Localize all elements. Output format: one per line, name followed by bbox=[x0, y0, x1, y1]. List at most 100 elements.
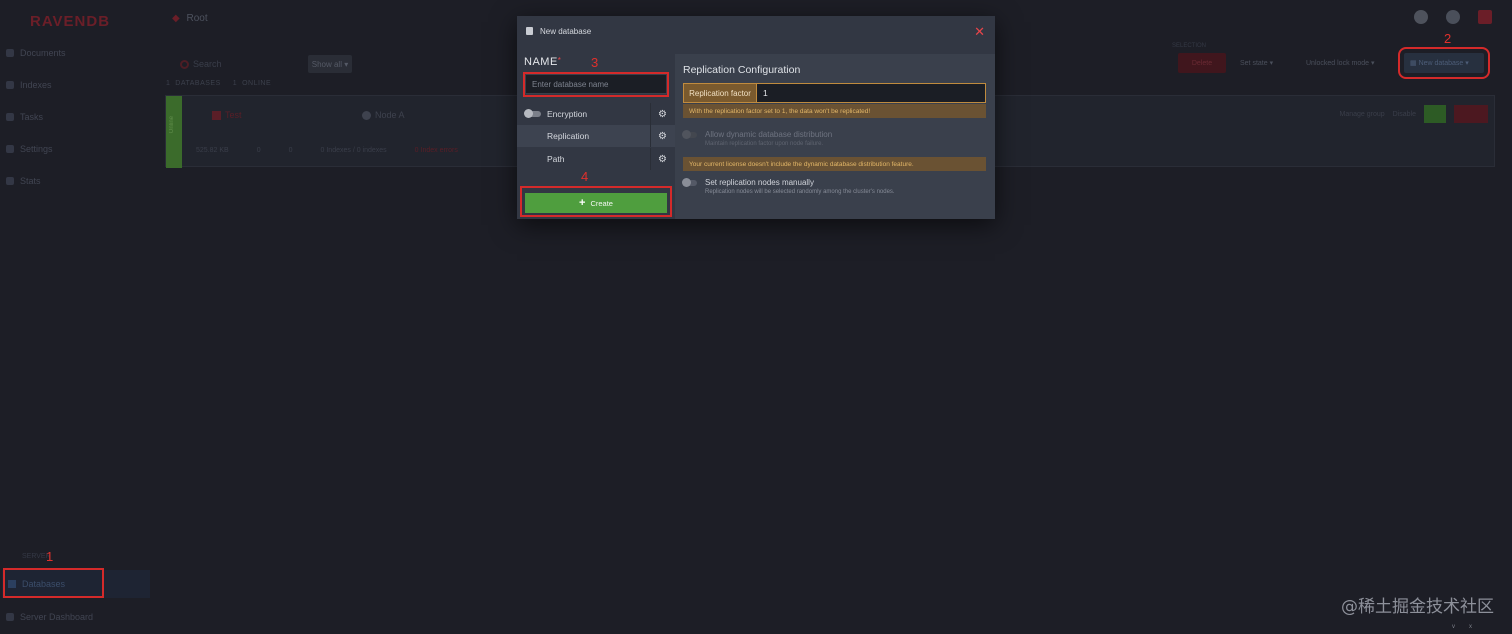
databases-icon bbox=[8, 580, 16, 588]
new-database-label: New database bbox=[1418, 59, 1464, 67]
document-count: 0 bbox=[256, 147, 261, 154]
documents-icon bbox=[6, 49, 14, 57]
encryption-toggle[interactable] bbox=[524, 109, 541, 118]
gear-icon[interactable]: ⚙ bbox=[658, 131, 667, 142]
sidebar-item-label: Settings bbox=[20, 144, 53, 154]
sidebar-item-stats[interactable]: Stats bbox=[6, 176, 41, 186]
selection-label: SELECTION bbox=[1171, 43, 1206, 49]
replication-configuration-panel: Replication Configuration Replication fa… bbox=[675, 54, 995, 219]
version-indicator[interactable]: v bbox=[1452, 624, 1455, 630]
database-name[interactable]: Test bbox=[212, 110, 242, 120]
database-node-label: Node A bbox=[375, 110, 405, 120]
sidebar-item-label: Databases bbox=[22, 579, 66, 589]
online-status-strip: Online bbox=[166, 96, 182, 168]
tasks-icon bbox=[6, 113, 14, 121]
annotation-number-3: 3 bbox=[591, 55, 599, 70]
breadcrumb-root[interactable]: Root bbox=[186, 13, 207, 24]
database-count: 1 DATABASES bbox=[166, 80, 221, 87]
sidebar-item-label: Stats bbox=[20, 176, 41, 186]
indexing-count: 0 bbox=[288, 147, 293, 154]
indexes-summary[interactable]: 0 Indexes / 0 indexes bbox=[321, 147, 387, 154]
set-state-dropdown[interactable]: Set state ▾ bbox=[1234, 53, 1292, 73]
search-icon bbox=[180, 59, 189, 69]
sidebar-item-tasks[interactable]: Tasks bbox=[6, 112, 43, 122]
top-icons bbox=[1414, 10, 1492, 24]
help-icon[interactable] bbox=[1446, 10, 1460, 24]
breadcrumb[interactable]: ◆ Root bbox=[172, 13, 208, 24]
database-filter: Search bbox=[180, 55, 290, 73]
sidebar-item-label: Server Dashboard bbox=[20, 612, 94, 622]
annotation-number-1: 1 bbox=[46, 549, 54, 564]
delete-database-button[interactable] bbox=[1454, 105, 1488, 123]
replication-title: Replication Configuration bbox=[683, 64, 801, 76]
option-encryption[interactable]: Encryption ⚙ bbox=[517, 103, 675, 125]
annotation-number-4: 4 bbox=[581, 169, 589, 184]
new-database-button[interactable]: ▦ New database ▾ bbox=[1398, 47, 1490, 79]
create-button[interactable]: + Create bbox=[525, 193, 667, 213]
bottom-status-bar: v x bbox=[1452, 624, 1472, 630]
plus-icon: + bbox=[579, 197, 586, 209]
divider bbox=[650, 148, 651, 170]
lock-mode-dropdown[interactable]: Unlocked lock mode ▾ bbox=[1300, 53, 1396, 73]
sidebar: Documents Indexes Tasks Settings Stats S… bbox=[0, 38, 150, 634]
replication-factor-input[interactable] bbox=[757, 83, 986, 103]
databases-count-value: 1 bbox=[166, 80, 171, 87]
sidebar-item-label: Documents bbox=[20, 48, 66, 58]
license-warning: Your current license doesn't include the… bbox=[683, 157, 986, 171]
manual-nodes-desc: Replication nodes will be selected rando… bbox=[705, 189, 895, 195]
show-all-label: Show all bbox=[311, 59, 342, 69]
divider bbox=[650, 103, 651, 125]
sidebar-item-settings[interactable]: Settings bbox=[6, 144, 53, 154]
database-icon bbox=[212, 110, 221, 120]
dynamic-distribution-desc: Maintain replication factor upon node fa… bbox=[705, 141, 824, 147]
online-count-value: 1 bbox=[232, 80, 238, 87]
dynamic-distribution-title: Allow dynamic database distribution bbox=[705, 130, 833, 139]
status-separator: x bbox=[1469, 624, 1472, 630]
sidebar-item-documents[interactable]: Documents bbox=[6, 48, 66, 58]
database-name-input[interactable] bbox=[525, 74, 667, 94]
online-status-label: Online bbox=[169, 116, 175, 134]
sidebar-item-server-dashboard[interactable]: Server Dashboard bbox=[6, 612, 93, 622]
home-icon: ◆ bbox=[172, 13, 180, 24]
sidebar-item-label: Tasks bbox=[20, 112, 44, 122]
manual-nodes-option[interactable]: Set replication nodes manually Replicati… bbox=[682, 178, 895, 195]
database-search-input[interactable]: Search bbox=[180, 55, 290, 73]
gear-icon[interactable]: ⚙ bbox=[658, 109, 667, 120]
lock-mode-label: Unlocked lock mode bbox=[1306, 59, 1370, 67]
database-node: Node A bbox=[362, 110, 405, 120]
modal-left-pane: NAME* Encryption ⚙ Replication ⚙ Path ⚙ … bbox=[517, 54, 675, 219]
new-database-icon: ▦ bbox=[1410, 60, 1419, 67]
sidebar-item-indexes[interactable]: Indexes bbox=[6, 80, 52, 90]
online-count: 1 ONLINE bbox=[233, 80, 271, 87]
settings-icon bbox=[6, 145, 14, 153]
notification-icon[interactable] bbox=[1478, 10, 1492, 24]
option-label: Path bbox=[547, 154, 565, 164]
gear-icon[interactable]: ⚙ bbox=[658, 154, 667, 165]
required-marker: * bbox=[557, 56, 562, 65]
close-icon[interactable]: ✕ bbox=[974, 24, 985, 40]
show-all-dropdown[interactable]: Show all ▾ bbox=[308, 55, 352, 73]
delete-label: Delete bbox=[1191, 59, 1213, 67]
disable-button[interactable]: Disable bbox=[1393, 111, 1416, 118]
dynamic-distribution-option: Allow dynamic database distribution Main… bbox=[682, 130, 833, 147]
index-errors-link[interactable]: 0 Index errors bbox=[415, 147, 458, 154]
option-replication[interactable]: Replication ⚙ bbox=[517, 125, 675, 147]
option-path[interactable]: Path ⚙ bbox=[517, 148, 675, 170]
new-database-modal: New database ✕ NAME* Encryption ⚙ Replic… bbox=[517, 16, 995, 219]
ravendb-logo[interactable]: RAVENDB bbox=[30, 13, 110, 30]
dashboard-icon bbox=[6, 613, 14, 621]
manage-group-button[interactable]: Manage group bbox=[1339, 111, 1384, 118]
name-label-text: NAME bbox=[524, 56, 558, 68]
open-database-button[interactable] bbox=[1424, 105, 1446, 123]
database-metadata: 525.82 KB 0 0 0 Indexes / 0 indexes 0 In… bbox=[196, 147, 458, 154]
indexes-icon bbox=[6, 81, 14, 89]
database-counts: 1 DATABASES 1 ONLINE bbox=[166, 80, 271, 87]
database-icon bbox=[526, 27, 533, 35]
manual-nodes-text: Set replication nodes manually Replicati… bbox=[705, 178, 895, 195]
database-toolbar: Delete Set state ▾ Unlocked lock mode ▾ … bbox=[1178, 47, 1490, 79]
sidebar-item-databases[interactable]: Databases bbox=[2, 570, 150, 598]
manual-nodes-title: Set replication nodes manually bbox=[705, 178, 814, 187]
theme-icon[interactable] bbox=[1414, 10, 1428, 24]
manual-nodes-toggle[interactable] bbox=[682, 178, 697, 187]
delete-button[interactable]: Delete bbox=[1178, 53, 1226, 73]
